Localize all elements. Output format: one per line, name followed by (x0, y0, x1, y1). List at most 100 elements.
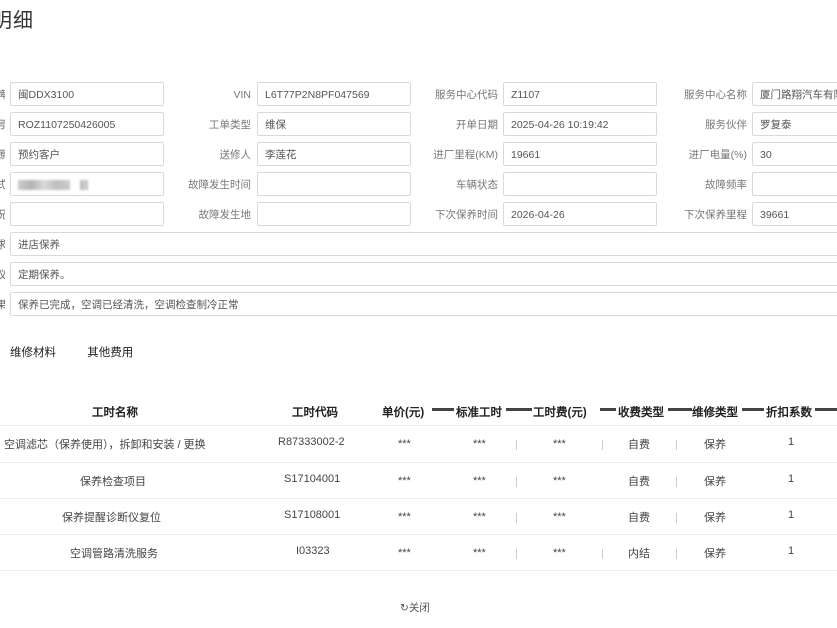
th-standard-hours: 标准工时 (456, 407, 502, 419)
tab-other-fees[interactable]: 其他费用 (87, 344, 133, 360)
cell-unit-price: *** (398, 547, 411, 559)
column-divider (600, 408, 616, 411)
vehicle-status-label: 车辆状态 (456, 179, 498, 191)
order-type-label: 工单类型 (209, 119, 251, 131)
next-service-mileage-field[interactable]: 39661 (752, 202, 837, 226)
form-row-1: 牌 闽DDX3100 VIN L6T77P2N8PF047569 服务中心代码 … (0, 82, 837, 108)
condition-field[interactable] (10, 202, 164, 226)
cell-standard-hours: *** (473, 438, 486, 450)
cell-labor-fee: *** (553, 547, 566, 559)
cell-repair-type: 保养 (704, 548, 726, 560)
cell-repair-type: 保养 (704, 439, 726, 451)
th-labor-fee: 工时费(元) (533, 407, 587, 419)
form-row-5: 况 故障发生地 下次保养时间 2026-04-26 下次保养里程 39661 (0, 202, 837, 228)
redacted-block (18, 180, 70, 191)
form-row-suggestion: 议 定期保养。 (0, 262, 837, 288)
cell-labor-code: R87333002-2 (278, 436, 345, 448)
order-no-field[interactable]: ROZ1107250426005 (10, 112, 164, 136)
cell-labor-code: S17108001 (284, 509, 341, 521)
cell-discount: 1 (788, 473, 795, 485)
column-divider (432, 408, 454, 411)
plate-field[interactable]: 闽DDX3100 (10, 82, 164, 106)
row-divider (0, 462, 837, 463)
battery-label: 进厂电量(%) (688, 149, 747, 161)
customer-request-field[interactable]: 进店保养 (10, 232, 837, 256)
cell-discount: 1 (788, 545, 795, 557)
column-divider (742, 408, 764, 411)
cell-standard-hours: *** (473, 547, 486, 559)
advisor-label: 服务伙伴 (705, 119, 747, 131)
fault-time-field[interactable] (257, 172, 411, 196)
center-name-field[interactable]: 厦门路翔汽车有限 (752, 82, 837, 106)
cell-unit-price: *** (398, 438, 411, 450)
th-discount: 折扣系数 (766, 407, 812, 419)
close-button[interactable]: ↻关闭 (400, 600, 430, 615)
cell-repair-type: 保养 (704, 512, 726, 524)
source-field[interactable]: 预约客户 (10, 142, 164, 166)
cell-repair-type: 保养 (704, 476, 726, 488)
result-label: 果 (0, 292, 5, 318)
center-code-label: 服务中心代码 (435, 89, 498, 101)
center-name-label: 服务中心名称 (684, 89, 747, 101)
fault-frequency-field[interactable] (752, 172, 837, 196)
cell-standard-hours: *** (473, 511, 486, 523)
cell-charge-type: 自费 (628, 476, 650, 488)
next-service-mileage-label: 下次保养里程 (684, 209, 747, 221)
cell-unit-price: *** (398, 475, 411, 487)
condition-label: 况 (0, 202, 5, 228)
sender-label: 送修人 (219, 149, 252, 161)
next-service-date-field[interactable]: 2026-04-26 (503, 202, 657, 226)
cell-labor-fee: *** (553, 438, 566, 450)
cell-labor-name: 保养检查项目 (80, 476, 146, 488)
request-label: 求 (0, 232, 5, 258)
refresh-icon: ↻ (400, 602, 409, 614)
row-divider (0, 570, 837, 571)
column-divider (815, 408, 837, 411)
cell-standard-hours: *** (473, 475, 486, 487)
cell-charge-type: 自费 (628, 439, 650, 451)
th-repair-type: 维修类型 (692, 407, 738, 419)
cell-discount: 1 (788, 436, 795, 448)
row-divider (0, 425, 837, 426)
vehicle-status-field[interactable] (503, 172, 657, 196)
open-date-label: 开单日期 (456, 119, 498, 131)
fault-place-field[interactable] (257, 202, 411, 226)
th-charge-type: 收费类型 (618, 407, 664, 419)
th-labor-name: 工时名称 (92, 407, 138, 419)
mileage-field[interactable]: 19661 (503, 142, 657, 166)
repair-suggestion-field[interactable]: 定期保养。 (10, 262, 837, 286)
row-divider (0, 498, 837, 499)
cell-charge-type: 自费 (628, 512, 650, 524)
th-labor-code: 工时代码 (292, 407, 338, 419)
cell-labor-code: I03323 (296, 545, 330, 557)
form-row-request: 求 进店保养 (0, 232, 837, 258)
open-date-field[interactable]: 2025-04-26 10:19:42 (503, 112, 657, 136)
tab-bar: 维修材料 其他费用 (10, 344, 161, 360)
fault-time-label: 故障发生时间 (188, 179, 251, 191)
page-title: 明细 (0, 10, 34, 32)
center-code-field[interactable]: Z1107 (503, 82, 657, 106)
column-divider (506, 408, 532, 411)
form-row-3: 源 预约客户 送修人 李莲花 进厂里程(KM) 19661 进厂电量(%) 30 (0, 142, 837, 168)
form-row-2: 号 ROZ1107250426005 工单类型 维保 开单日期 2025-04-… (0, 112, 837, 138)
repair-result-field[interactable]: 保养已完成，空调已经清洗，空调检查制冷正常 (10, 292, 837, 316)
source-label: 源 (0, 142, 5, 168)
battery-field[interactable]: 30 (752, 142, 837, 166)
plate-label: 牌 (0, 82, 5, 108)
cell-labor-name: 保养提醒诊断仪复位 (62, 512, 161, 524)
sender-field[interactable]: 李莲花 (257, 142, 411, 166)
contact-field[interactable] (10, 172, 164, 196)
cell-labor-fee: *** (553, 511, 566, 523)
fault-place-label: 故障发生地 (198, 209, 252, 221)
cell-unit-price: *** (398, 511, 411, 523)
vin-label: VIN (233, 89, 251, 101)
close-button-label: 关闭 (408, 602, 430, 614)
advisor-field[interactable]: 罗复泰 (752, 112, 837, 136)
cell-discount: 1 (788, 509, 795, 521)
cell-charge-type: 内结 (628, 548, 650, 560)
fault-frequency-label: 故障频率 (705, 179, 747, 191)
next-service-date-label: 下次保养时间 (435, 209, 498, 221)
vin-field[interactable]: L6T77P2N8PF047569 (257, 82, 411, 106)
tab-repair-materials[interactable]: 维修材料 (10, 344, 56, 360)
order-type-field[interactable]: 维保 (257, 112, 411, 136)
